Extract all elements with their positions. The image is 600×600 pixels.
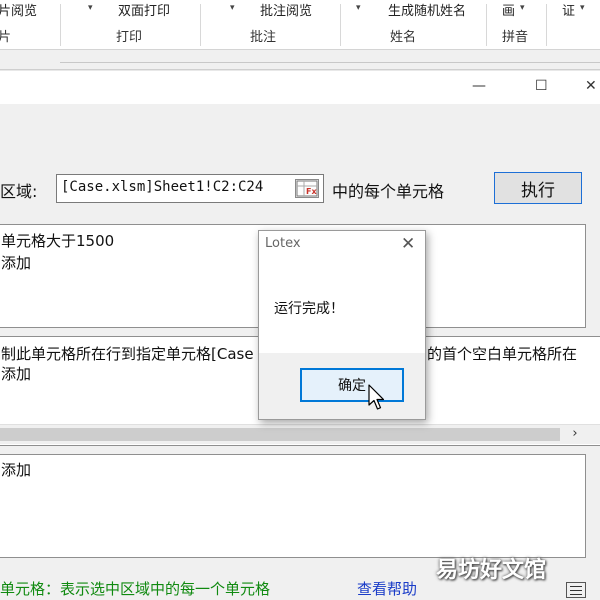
condition-text: 单元格大于1500 [1, 232, 115, 250]
ribbon-item-duplex-print[interactable]: 双面打印 [118, 0, 170, 19]
ribbon-group-print: 打印 [116, 30, 143, 45]
ribbon-item-cert[interactable]: 证 [562, 0, 575, 19]
ribbon-group-pinyin: 拼音 [502, 30, 529, 45]
divider [60, 62, 600, 63]
range-suffix-label: 中的每个单元格 [332, 182, 445, 201]
close-icon[interactable]: ✕ [585, 78, 597, 94]
ribbon-group-label: 片 [0, 30, 12, 45]
menu-icon[interactable] [566, 582, 586, 598]
else-panel[interactable]: 添加 [0, 454, 586, 558]
dialog-message: 运行完成！ [274, 301, 344, 317]
scrollbar-thumb[interactable] [0, 428, 560, 441]
dialog-title: Lotex [265, 236, 301, 251]
ribbon-item-photo-view[interactable]: 片阅览 [0, 0, 37, 19]
ribbon-separator [200, 4, 201, 46]
chevron-down-icon[interactable]: ▾ [88, 3, 93, 13]
help-link[interactable]: 查看帮助 [357, 578, 417, 599]
run-button[interactable]: 执行 [494, 172, 582, 204]
ok-button[interactable]: 确定 [300, 368, 404, 402]
ribbon-item-comment-view[interactable]: 批注阅览 [260, 0, 312, 19]
ribbon-group-comment: 批注 [250, 30, 277, 45]
mouse-cursor-icon [368, 384, 386, 412]
range-label: 区域: [0, 182, 38, 201]
watermark: 易坊好文馆 [436, 558, 547, 583]
ribbon-separator [340, 4, 341, 46]
scroll-right-icon[interactable]: › [566, 424, 584, 444]
maximize-icon[interactable]: ☐ [535, 78, 548, 94]
formula-bar-strip [0, 50, 600, 70]
range-picker-icon[interactable]: Fx [295, 179, 319, 198]
chevron-down-icon[interactable]: ▾ [520, 3, 525, 13]
chevron-down-icon[interactable]: ▾ [356, 3, 361, 13]
ribbon-separator [60, 4, 61, 46]
ribbon-item-draw[interactable]: 画 [502, 0, 515, 19]
action-text: 制此单元格所在行到指定单元格[Case [1, 345, 254, 363]
add-link[interactable]: 添加 [1, 363, 31, 384]
chevron-down-icon[interactable]: ▾ [230, 3, 235, 13]
range-input[interactable]: [Case.xlsm]Sheet1!C2:C24 [56, 174, 324, 203]
add-link[interactable]: 添加 [1, 252, 31, 273]
svg-text:Fx: Fx [306, 187, 317, 196]
window-titlebar [0, 71, 600, 104]
close-icon[interactable]: ✕ [401, 234, 415, 254]
footer-description: 单元格：表示选中区域中的每一个单元格 [0, 580, 271, 598]
ribbon-separator [486, 4, 487, 46]
add-link[interactable]: 添加 [1, 459, 31, 480]
chevron-down-icon[interactable]: ▾ [580, 3, 585, 13]
action-text-continued: 的首个空白单元格所在 [427, 345, 578, 363]
ribbon-item-random-name[interactable]: 生成随机姓名 [388, 0, 466, 19]
minimize-icon[interactable]: — [472, 78, 486, 94]
ribbon-group-name: 姓名 [390, 30, 417, 45]
ribbon-separator [546, 4, 547, 46]
ribbon: 片阅览 ▾ 双面打印 ▾ 批注阅览 ▾ 生成随机姓名 画 ▾ 证 ▾ 片 打印 … [0, 0, 600, 50]
